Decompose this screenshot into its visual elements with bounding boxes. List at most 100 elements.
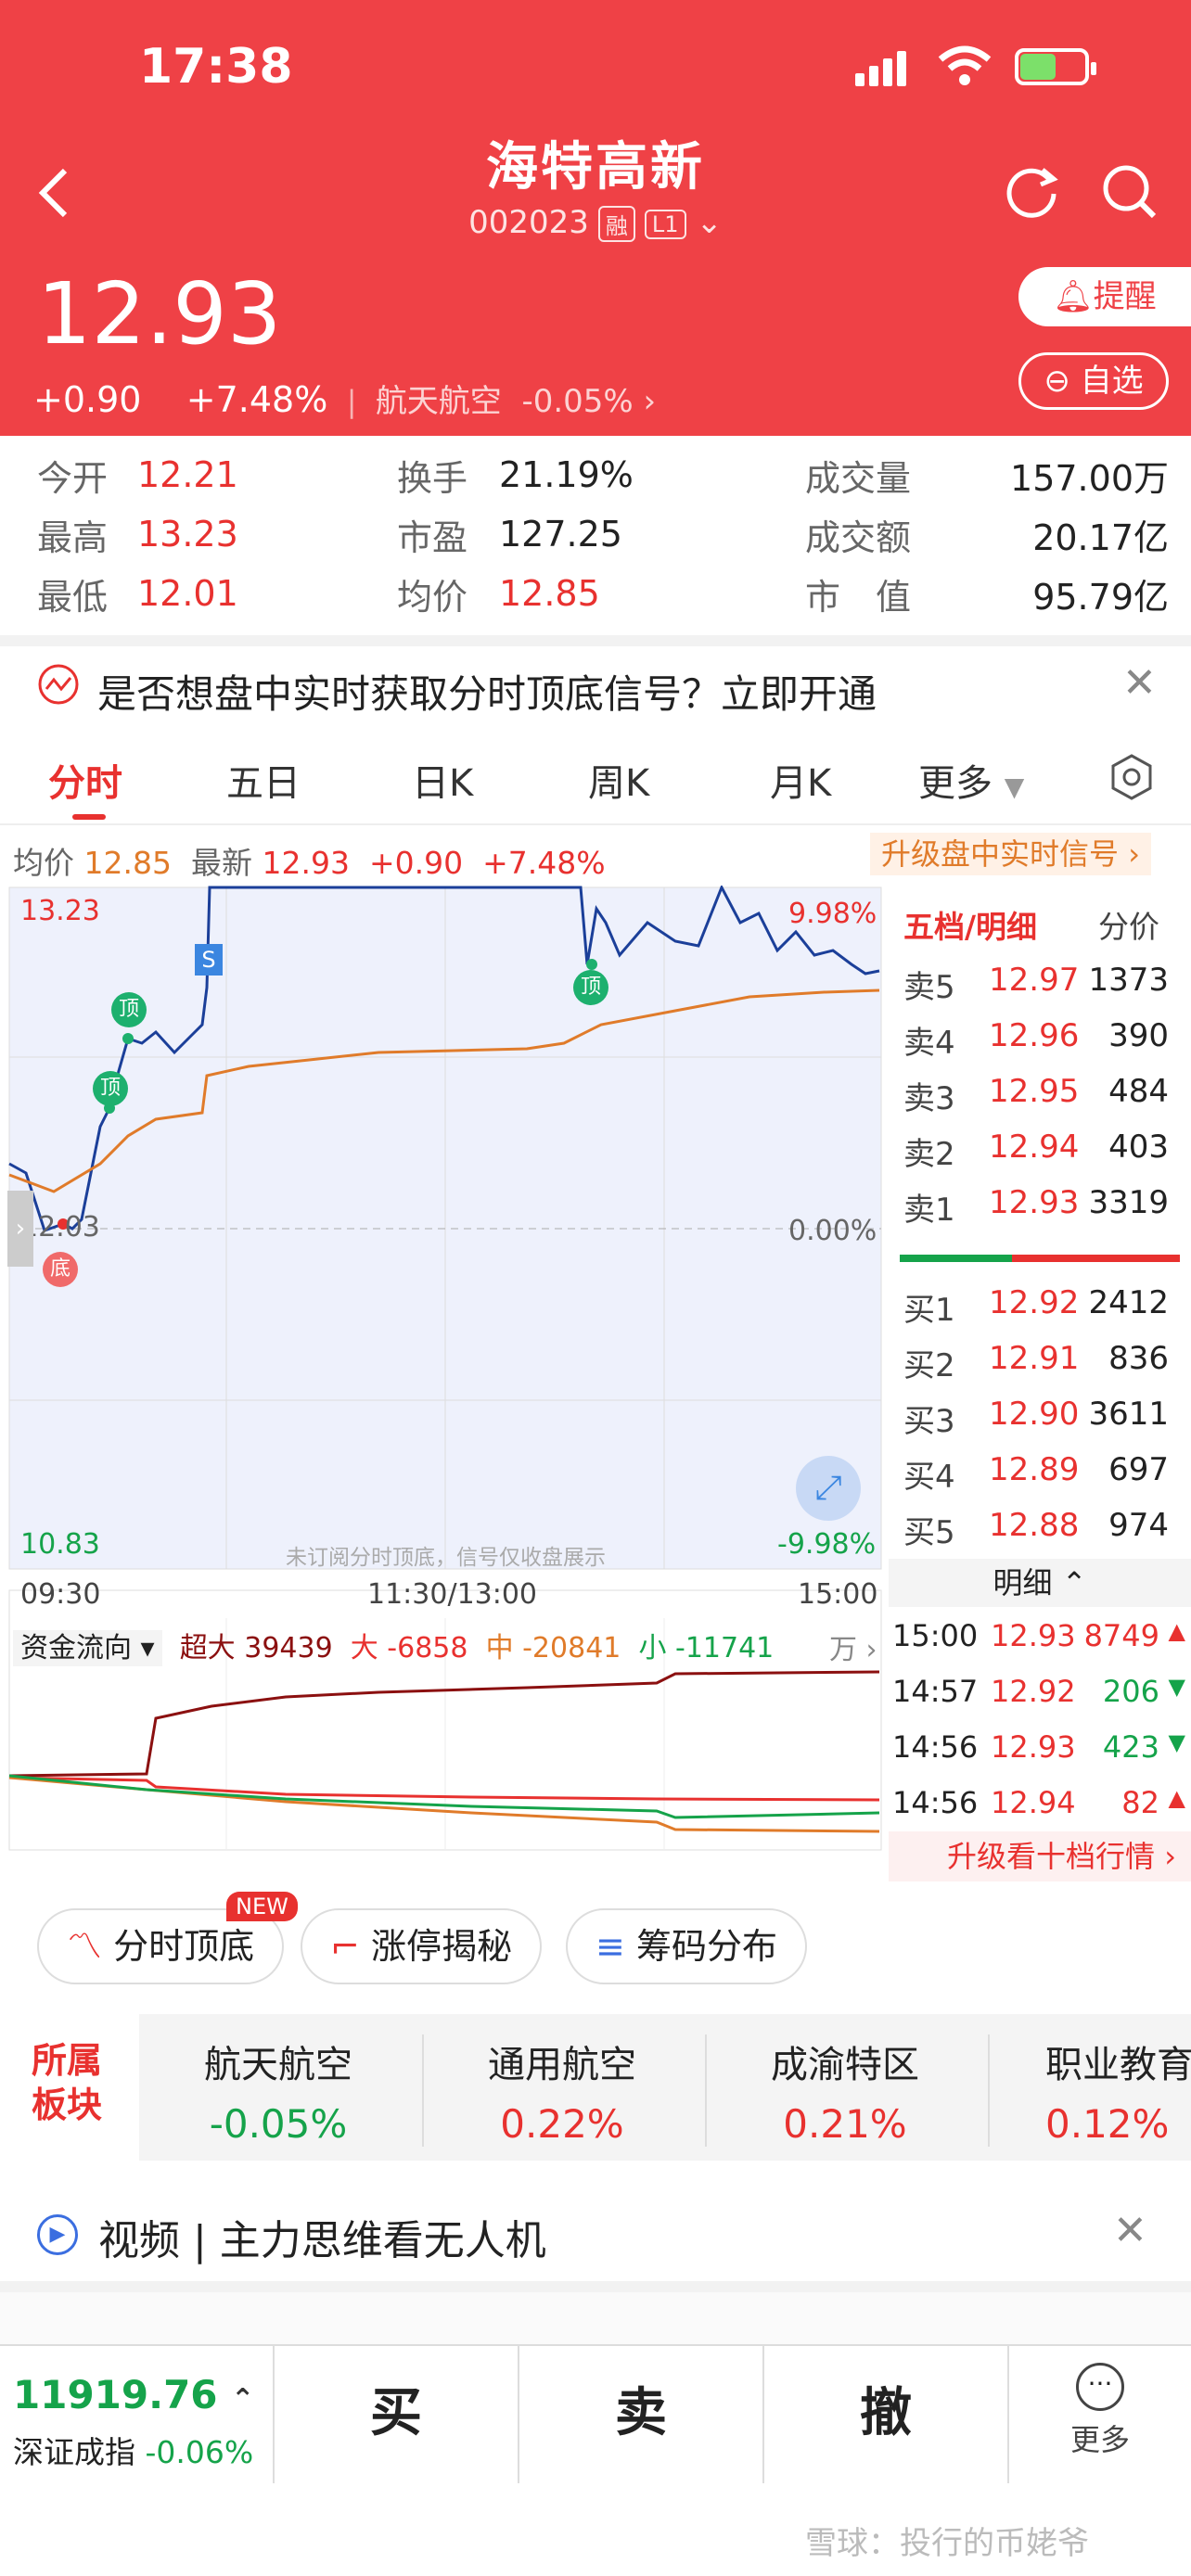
last: 12.93 xyxy=(262,845,350,881)
volume-value: 157.00万 xyxy=(1010,457,1169,499)
video-title: 视频 | 主力思维看无人机 xyxy=(98,2217,546,2264)
flow-legend: 资金流向 ▾ 超大 39439 大 -6858 中 -20841 小 -1174… xyxy=(13,1625,774,1666)
close-icon[interactable]: ✕ xyxy=(1122,659,1157,707)
bid-row[interactable]: 买3 12.90 3611 xyxy=(903,1396,1191,1451)
pe-label: 市盈 xyxy=(397,516,468,558)
caret-down-icon: ▼ xyxy=(1004,772,1025,802)
top-marker[interactable]: 顶 xyxy=(111,992,147,1027)
search-icon[interactable] xyxy=(1100,162,1158,220)
tab-daily[interactable]: 日K xyxy=(412,753,473,807)
marketcap-label: 市 值 xyxy=(805,576,912,618)
chg: +0.90 xyxy=(368,845,464,881)
video-banner[interactable]: ▶ 视频 | 主力思维看无人机 ✕ xyxy=(37,2207,1191,2272)
level-tag: L1 xyxy=(644,209,686,239)
intraday-chart xyxy=(8,886,882,1851)
quote-table: 今开 12.21 换手 21.19% 成交量 157.00万 最高 13.23 市盈 127.2… xyxy=(37,445,1169,623)
upgrade-signal-button[interactable]: 升级盘中实时信号 › xyxy=(870,833,1151,875)
trend-icon: 〽 xyxy=(67,1926,103,1967)
amount-label: 成交额 xyxy=(805,516,912,558)
refresh-icon[interactable] xyxy=(1004,162,1061,220)
chevron-down-icon: ⌄ xyxy=(685,204,723,241)
bars-icon: ≡ xyxy=(596,1926,625,1967)
ask-row[interactable]: 卖4 12.96 390 xyxy=(903,1017,1191,1073)
sector-link[interactable]: 航天航空 -0.05% › xyxy=(376,383,656,420)
limit-up-button[interactable]: ⌐ 涨停揭秘 xyxy=(301,1908,542,1984)
remind-button[interactable]: 🔔︎提醒 xyxy=(1018,267,1191,326)
book-sub[interactable]: 分价 xyxy=(1098,902,1159,947)
expand-left-handle[interactable]: › xyxy=(7,1191,33,1267)
bid-row[interactable]: 买4 12.89 697 xyxy=(903,1451,1191,1507)
sell-marker[interactable]: S xyxy=(195,944,223,976)
ask-list: 卖5 12.97 1373 卖4 12.96 390 卖3 12.95 484 卖2 12.94 40… xyxy=(903,962,1191,1240)
ask-row[interactable]: 卖3 12.95 484 xyxy=(903,1073,1191,1129)
time-start: 09:30 xyxy=(20,1578,101,1611)
tab-monthly[interactable]: 月K xyxy=(770,753,831,807)
tick-list: 15:00 12.93 8749 ▲ 14:57 12.92 206 ▼ 14:56 12.93 4… xyxy=(892,1618,1191,1841)
sector-item[interactable]: 航天航空 -0.05% xyxy=(139,2034,417,2147)
bid-row[interactable]: 买2 12.91 836 xyxy=(903,1340,1191,1396)
y-min: 10.83 xyxy=(20,1528,100,1561)
more-icon: ··· xyxy=(1076,2363,1124,2411)
chart-icon: ⌐ xyxy=(330,1926,360,1967)
time-mid: 11:30/13:00 xyxy=(367,1578,538,1611)
tab-weekly[interactable]: 周K xyxy=(588,753,649,807)
top-marker[interactable]: 顶 xyxy=(573,970,608,1005)
volume-label: 成交量 xyxy=(805,457,912,499)
signal-icon xyxy=(855,51,911,86)
close-icon[interactable]: ✕ xyxy=(1113,2207,1147,2254)
high-value: 13.23 xyxy=(137,514,238,555)
signal-icon xyxy=(38,664,79,705)
ask-row[interactable]: 卖5 12.97 1373 xyxy=(903,962,1191,1017)
chip-distribution-button[interactable]: ≡ 筹码分布 xyxy=(566,1908,807,1984)
bid-list: 买1 12.92 2412 买2 12.91 836 买3 12.90 3611 买4 12.89 6… xyxy=(903,1284,1191,1562)
signal-notice[interactable]: 是否想盘中实时获取分时顶底信号？立即开通 ✕ xyxy=(0,635,1191,723)
flow-unit[interactable]: 万 › xyxy=(829,1626,877,1667)
status-time: 17:38 xyxy=(139,39,293,95)
pct-max: 9.98% xyxy=(788,898,877,930)
last-price: 12.93 xyxy=(37,264,282,363)
avg-value: 12.85 xyxy=(499,573,600,614)
top-marker[interactable]: 顶 xyxy=(93,1071,128,1106)
chart-infobar: 均价 12.85 最新 12.93 +0.90 +7.48% xyxy=(13,845,606,881)
sector-item[interactable]: 成渝特区 0.21% xyxy=(705,2034,983,2147)
high-label: 最高 xyxy=(37,516,109,558)
tab-more[interactable]: 更多 ▼ xyxy=(918,753,1024,807)
index-row: 深证成指 -0.06% xyxy=(13,2434,254,2470)
bottom-marker[interactable]: 底 xyxy=(43,1252,78,1287)
bell-icon: 🔔︎ xyxy=(1053,278,1094,315)
up-arrow-icon: ▲ xyxy=(1168,1785,1185,1811)
cancel-button[interactable]: 撤 xyxy=(762,2344,1007,2483)
ask-row[interactable]: 卖1 12.93 3319 xyxy=(903,1184,1191,1240)
tab-indicator xyxy=(72,814,106,820)
new-badge: NEW xyxy=(226,1892,298,1921)
buy-button[interactable]: 买 xyxy=(273,2344,518,2483)
bid-row[interactable]: 买5 12.88 974 xyxy=(903,1507,1191,1562)
expand-icon[interactable]: ⤢ xyxy=(796,1456,861,1521)
sector-item[interactable]: 职业教育 0.12% xyxy=(988,2034,1191,2147)
up-arrow-icon: ▲ xyxy=(1168,1618,1185,1644)
more-button[interactable]: ··· 更多 xyxy=(1007,2344,1191,2483)
index-value[interactable]: 11919.76 ⌃ xyxy=(13,2372,254,2417)
book-title[interactable]: 五档/明细 xyxy=(903,902,1037,947)
sector-item[interactable]: 通用航空 0.22% xyxy=(422,2034,700,2147)
ask-row[interactable]: 卖2 12.94 403 xyxy=(903,1129,1191,1184)
detail-toggle[interactable]: 明细 ⌃ xyxy=(889,1559,1191,1607)
flow-selector[interactable]: 资金流向 ▾ xyxy=(13,1630,162,1666)
chart-tabs: 分时 五日 日K 周K 月K 更多 ▼ xyxy=(0,733,1191,825)
minus-icon: ⊖ xyxy=(1044,363,1081,400)
wifi-icon xyxy=(938,45,992,85)
stock-code: 002023 xyxy=(468,204,589,241)
turnover-value: 21.19% xyxy=(499,454,634,495)
settings-icon[interactable] xyxy=(1109,753,1154,801)
sell-button[interactable]: 卖 xyxy=(518,2344,762,2483)
tick-row: 14:56 12.93 423 ▼ xyxy=(892,1729,1185,1765)
tab-intraday[interactable]: 分时 xyxy=(48,753,122,807)
watchlist-button[interactable]: ⊖ 自选 xyxy=(1018,352,1169,410)
bid-row[interactable]: 买1 12.92 2412 xyxy=(903,1284,1191,1340)
upgrade-book-button[interactable]: 升级看十档行情 › xyxy=(889,1831,1191,1881)
tick-row: 14:57 12.92 206 ▼ xyxy=(892,1674,1185,1709)
tab-5day[interactable]: 五日 xyxy=(226,753,301,807)
open-value: 12.21 xyxy=(137,454,238,495)
play-icon: ▶ xyxy=(37,2214,78,2255)
pct-min: -9.98% xyxy=(777,1528,877,1561)
